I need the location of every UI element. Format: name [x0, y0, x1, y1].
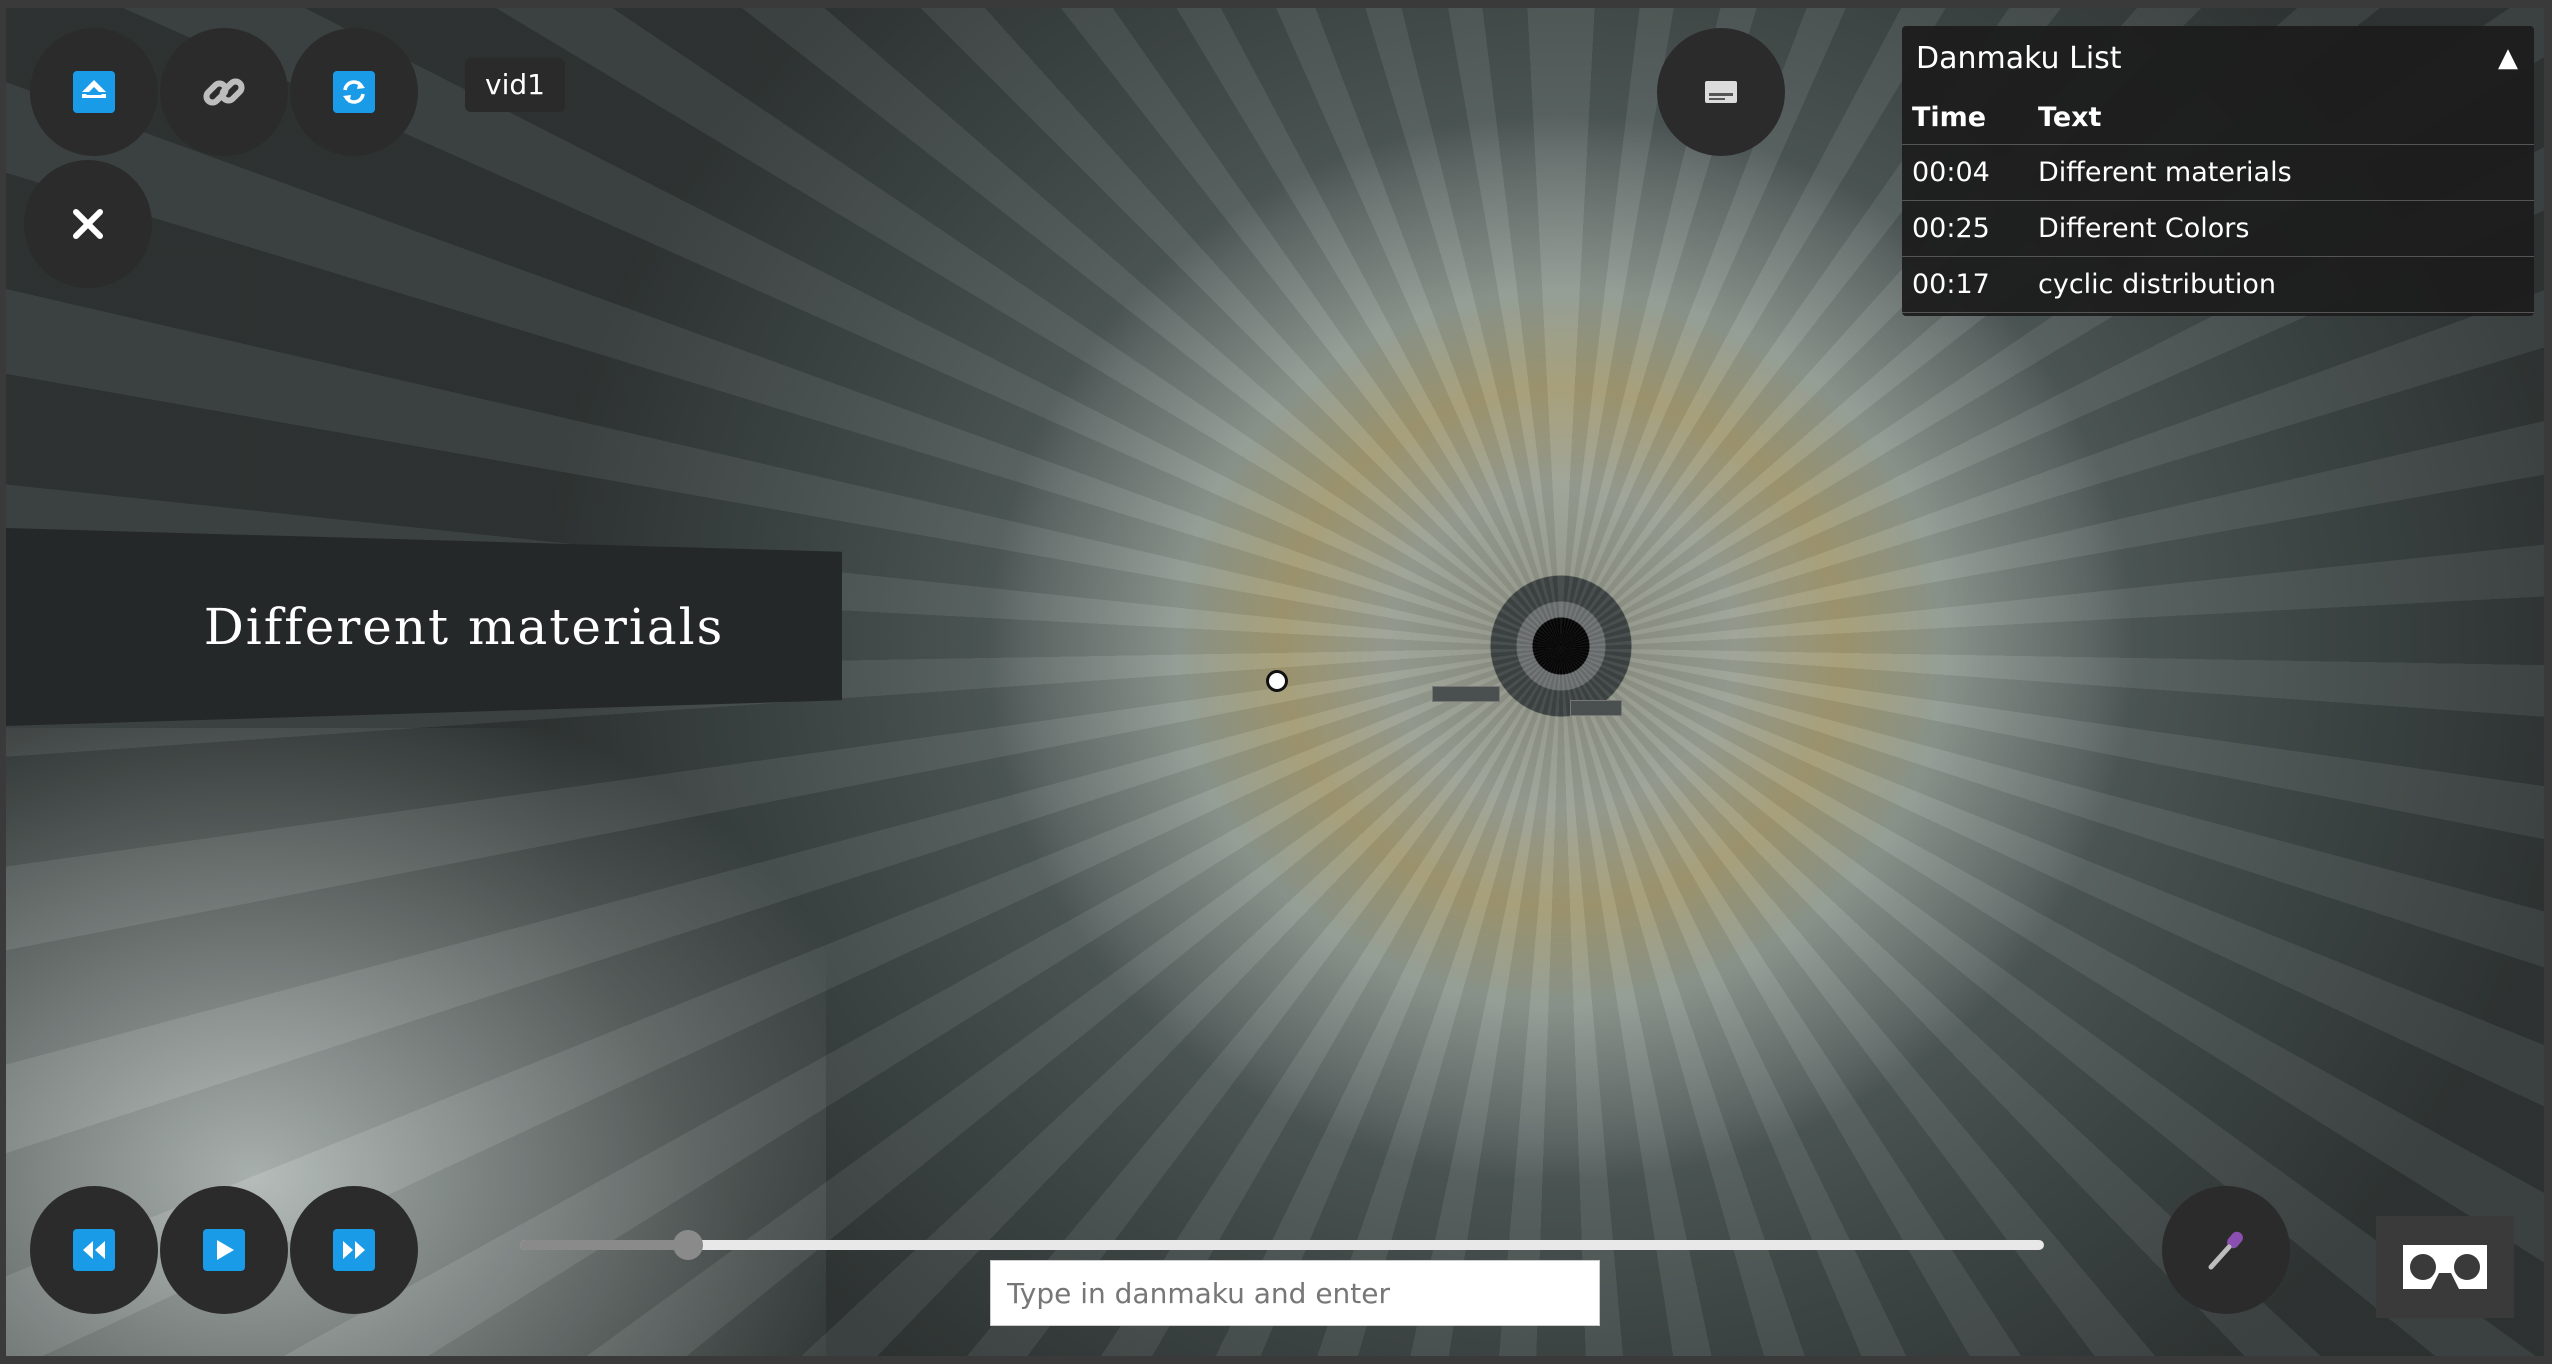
microphone-icon — [2208, 1231, 2243, 1270]
close-button[interactable] — [24, 160, 152, 288]
column-header-time: Time — [1902, 90, 2038, 145]
upload-icon — [73, 71, 115, 113]
danmaku-list-toggle-button[interactable] — [1657, 28, 1785, 156]
table-row[interactable]: 00:04 Different materials — [1902, 144, 2534, 201]
distant-danmaku-tag — [1432, 686, 1500, 702]
row-time: 00:04 — [1902, 144, 2038, 201]
danmaku-list-header: Danmaku List ▲ — [1902, 26, 2534, 90]
refresh-icon — [333, 71, 375, 113]
danmaku-input[interactable] — [990, 1260, 1600, 1326]
vr-mode-button[interactable] — [2376, 1216, 2514, 1318]
row-time: 00:17 — [1902, 256, 2038, 313]
row-text: cyclic distribution — [2038, 256, 2534, 313]
video-label: vid1 — [465, 58, 565, 112]
rewind-button[interactable] — [30, 1186, 158, 1314]
link-button[interactable] — [160, 28, 288, 156]
seek-bar-handle[interactable] — [672, 1230, 703, 1260]
danmaku-list-title: Danmaku List — [1916, 40, 2122, 76]
microphone-button[interactable] — [2162, 1186, 2290, 1314]
refresh-button[interactable] — [290, 28, 418, 156]
vr-goggles-icon — [2403, 1245, 2487, 1289]
column-header-text: Text — [2038, 90, 2534, 145]
fast-forward-button[interactable] — [290, 1186, 418, 1314]
danmaku-table: Time Text 00:04 Different materials 00:2… — [1902, 90, 2534, 313]
fast-forward-icon — [333, 1229, 375, 1271]
danmaku-banner: Different materials — [6, 528, 842, 726]
rewind-icon — [73, 1229, 115, 1271]
row-text: Different materials — [2038, 144, 2534, 201]
upload-button[interactable] — [30, 28, 158, 156]
seek-bar[interactable] — [520, 1230, 2044, 1260]
seek-bar-progress — [520, 1240, 688, 1250]
play-icon — [203, 1229, 245, 1271]
table-row[interactable]: 00:25 Different Colors — [1902, 200, 2534, 257]
row-text: Different Colors — [2038, 200, 2534, 257]
row-time: 00:25 — [1902, 200, 2038, 257]
collapse-toggle[interactable]: ▲ — [2498, 43, 2518, 73]
gaze-pointer — [1266, 670, 1288, 692]
danmaku-banner-text: Different materials — [203, 598, 725, 656]
play-button[interactable] — [160, 1186, 288, 1314]
danmaku-list-panel: Danmaku List ▲ Time Text 00:04 Different… — [1902, 26, 2534, 316]
table-row[interactable]: 00:17 cyclic distribution — [1902, 256, 2534, 313]
close-icon — [73, 209, 103, 239]
subtitle-icon — [1705, 81, 1737, 103]
distant-danmaku-tag — [1570, 700, 1622, 716]
link-icon — [203, 78, 245, 106]
